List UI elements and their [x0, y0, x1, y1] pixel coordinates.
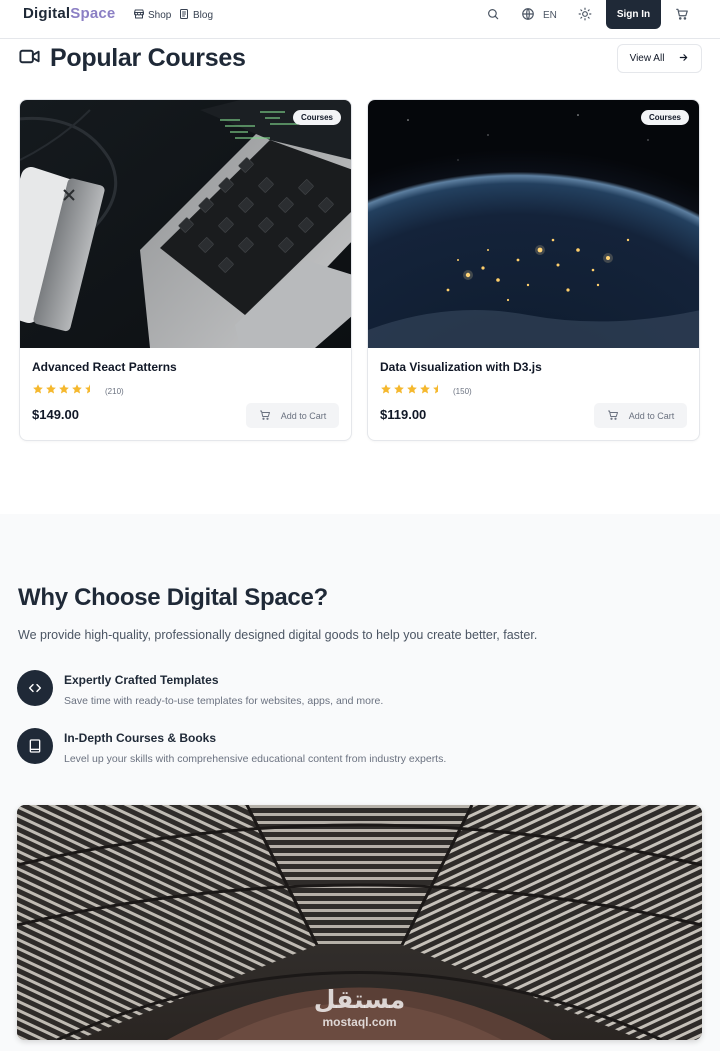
star-icon [45, 382, 57, 400]
logo[interactable]: DigitalSpace [23, 5, 115, 22]
star-rating: (210) [32, 382, 124, 400]
feature-description: Level up your skills with comprehensive … [64, 753, 447, 765]
star-icon [406, 382, 418, 400]
review-count: (150) [453, 386, 472, 396]
star-icon [419, 382, 431, 400]
why-title: Why Choose Digital Space? [18, 584, 328, 611]
cart-icon [607, 409, 619, 423]
document-icon [178, 8, 190, 23]
course-card[interactable]: Courses Data Visualization with D3.js (1… [367, 99, 700, 441]
view-all-button[interactable]: View All [617, 44, 702, 73]
course-price: $149.00 [32, 407, 79, 422]
why-choose-section: Why Choose Digital Space? We provide hig… [0, 514, 720, 1051]
star-icon [32, 382, 44, 400]
section-title: Popular Courses [50, 44, 246, 72]
store-icon [133, 8, 145, 23]
review-count: (210) [105, 386, 124, 396]
course-card[interactable]: Courses Advanced React Patterns (210) $1… [19, 99, 352, 441]
category-badge: Courses [640, 110, 689, 125]
video-icon [18, 45, 41, 73]
star-icon [393, 382, 405, 400]
course-price: $119.00 [380, 407, 427, 422]
watermark-text: mostaql.com [322, 1015, 397, 1029]
star-half-icon [432, 382, 444, 400]
course-title[interactable]: Data Visualization with D3.js [380, 360, 542, 374]
star-rating: (150) [380, 382, 472, 400]
course-title[interactable]: Advanced React Patterns [32, 360, 177, 374]
logo-part-2: Space [70, 5, 116, 22]
add-to-cart-button[interactable]: Add to Cart [594, 403, 687, 428]
star-icon [380, 382, 392, 400]
add-to-cart-label: Add to Cart [628, 410, 675, 421]
architecture-image: مستقل mostaql.com [17, 805, 702, 1040]
view-all-label: View All [629, 53, 665, 64]
language-switcher[interactable]: EN [521, 7, 557, 24]
star-icon [71, 382, 83, 400]
why-description: We provide high-quality, professionally … [18, 628, 538, 642]
cart-icon [259, 409, 271, 423]
course-image-earth[interactable]: Courses [368, 100, 699, 348]
feature-description: Save time with ready-to-use templates fo… [64, 695, 384, 707]
category-badge: Courses [292, 110, 341, 125]
watermark-arabic: مستقل [313, 985, 406, 1014]
arrow-right-icon [678, 52, 689, 66]
sign-in-button[interactable]: Sign In [606, 0, 661, 29]
sun-icon[interactable] [578, 7, 592, 21]
nav-shop[interactable]: Shop [133, 8, 171, 23]
star-half-icon [84, 382, 96, 400]
feature-title: In-Depth Courses & Books [64, 731, 217, 745]
book-icon [17, 728, 53, 764]
feature-title: Expertly Crafted Templates [64, 673, 219, 687]
site-header: DigitalSpace Shop Blog EN Sign In [0, 0, 720, 39]
search-icon[interactable] [486, 7, 500, 21]
add-to-cart-button[interactable]: Add to Cart [246, 403, 339, 428]
star-icon [58, 382, 70, 400]
language-label: EN [543, 10, 557, 21]
popular-courses-heading: Popular Courses [18, 44, 246, 73]
logo-part-1: Digital [23, 5, 71, 22]
add-to-cart-label: Add to Cart [280, 410, 327, 421]
nav-shop-label: Shop [148, 10, 172, 21]
cart-icon[interactable] [675, 7, 689, 21]
globe-icon [521, 7, 535, 24]
nav-blog[interactable]: Blog [178, 8, 213, 23]
code-icon [17, 670, 53, 706]
nav-blog-label: Blog [193, 10, 214, 21]
course-image-laptop[interactable]: Courses [20, 100, 351, 348]
